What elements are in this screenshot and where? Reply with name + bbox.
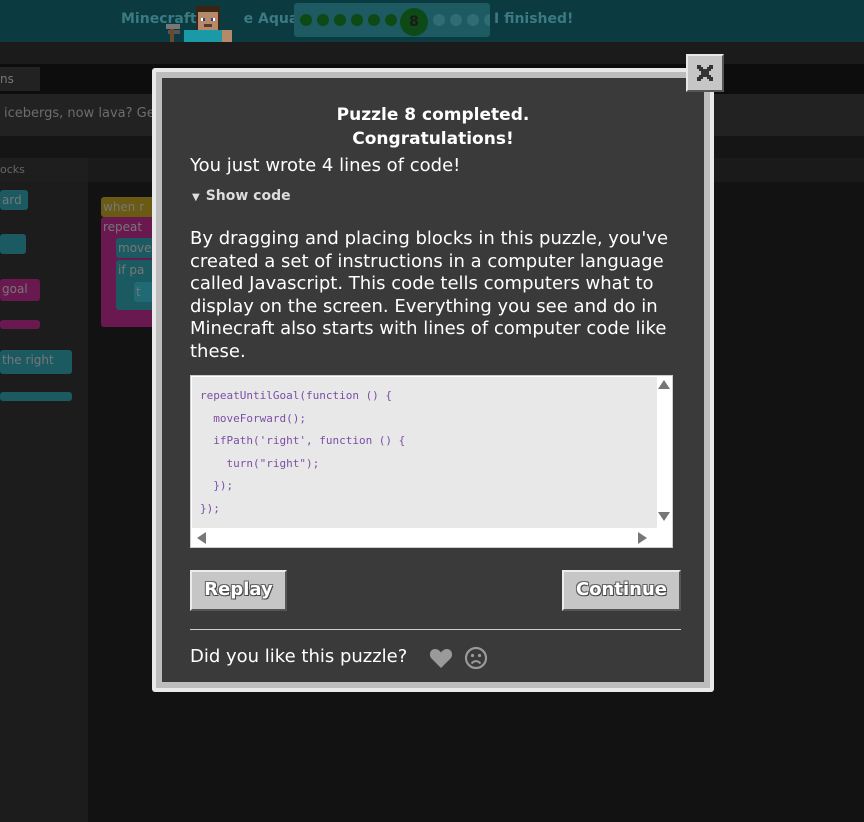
code-viewer[interactable]: repeatUntilGoal(function () { moveForwar…: [190, 375, 673, 548]
progress-current-level[interactable]: 8: [400, 8, 428, 36]
vertical-scrollbar[interactable]: [656, 376, 672, 528]
progress-dot[interactable]: [300, 14, 312, 26]
scroll-left-icon[interactable]: [197, 532, 206, 544]
level-progress: 8: [294, 3, 490, 37]
tab-instructions[interactable]: ns: [0, 67, 40, 91]
description-text: By dragging and placing blocks in this p…: [190, 228, 669, 362]
code-line: turn("right");: [200, 456, 320, 470]
workspace-block[interactable]: move: [116, 238, 156, 258]
blocks-header: ocks: [0, 158, 88, 182]
code-line: });: [200, 501, 220, 515]
progress-dot[interactable]: [351, 14, 363, 26]
scroll-right-icon[interactable]: [638, 532, 647, 544]
completion-dialog: Puzzle 8 completed. Congratulations! You…: [152, 68, 714, 692]
instructions-text: icebergs, now lava? Ge: [4, 106, 155, 121]
heart-icon[interactable]: [429, 647, 453, 669]
progress-dot[interactable]: [433, 14, 445, 26]
triangle-down-icon: ▼: [192, 192, 200, 203]
close-icon: [697, 65, 713, 81]
toolbox-block[interactable]: the right: [0, 350, 72, 374]
horizontal-scrollbar[interactable]: [191, 529, 672, 547]
dialog-body: Puzzle 8 completed. Congratulations! You…: [162, 78, 704, 682]
dialog-title: Puzzle 8 completed. Congratulations!: [162, 103, 704, 151]
progress-dot[interactable]: [467, 14, 479, 26]
code-text-area[interactable]: repeatUntilGoal(function () { moveForwar…: [192, 377, 657, 528]
show-code-toggle[interactable]: ▼ Show code: [192, 188, 291, 204]
toolbox-block[interactable]: [0, 392, 72, 401]
progress-dot[interactable]: [484, 14, 490, 26]
close-button[interactable]: [686, 54, 724, 92]
code-line: repeatUntilGoal(function () {: [200, 389, 393, 402]
dialog-frame: Puzzle 8 completed. Congratulations! You…: [156, 72, 710, 688]
sub-header: [0, 42, 864, 64]
progress-dot[interactable]: [450, 14, 462, 26]
toolbox-block[interactable]: goal: [0, 279, 40, 301]
lines-of-code-text: You just wrote 4 lines of code!: [190, 155, 461, 176]
progress-dot[interactable]: [368, 14, 380, 26]
dialog-title-line1: Puzzle 8 completed.: [336, 105, 530, 125]
toolbox: ard goal the right: [0, 182, 88, 822]
toolbox-block[interactable]: [0, 234, 26, 254]
progress-dot[interactable]: [385, 14, 397, 26]
dialog-title-line2: Congratulations!: [352, 129, 514, 149]
header-bar: Minecraft e Aquatic 8 I finished!: [0, 0, 864, 42]
code-line: moveForward();: [200, 411, 306, 425]
scroll-down-icon[interactable]: [658, 512, 670, 521]
progress-dot[interactable]: [334, 14, 346, 26]
feedback-prompt: Did you like this puzzle?: [190, 646, 408, 667]
continue-button[interactable]: Continue: [562, 570, 681, 611]
toolbox-block[interactable]: ard: [0, 190, 28, 210]
finished-link[interactable]: I finished!: [494, 11, 573, 27]
frown-icon[interactable]: [464, 646, 488, 670]
toolbox-block[interactable]: [0, 320, 40, 329]
replay-button[interactable]: Replay: [190, 570, 287, 611]
code-line: ifPath('right', function () {: [200, 434, 406, 448]
show-code-label: Show code: [205, 188, 291, 204]
progress-dot[interactable]: [317, 14, 329, 26]
divider: [190, 629, 681, 630]
code-line: });: [200, 479, 234, 493]
scroll-up-icon[interactable]: [658, 380, 670, 389]
